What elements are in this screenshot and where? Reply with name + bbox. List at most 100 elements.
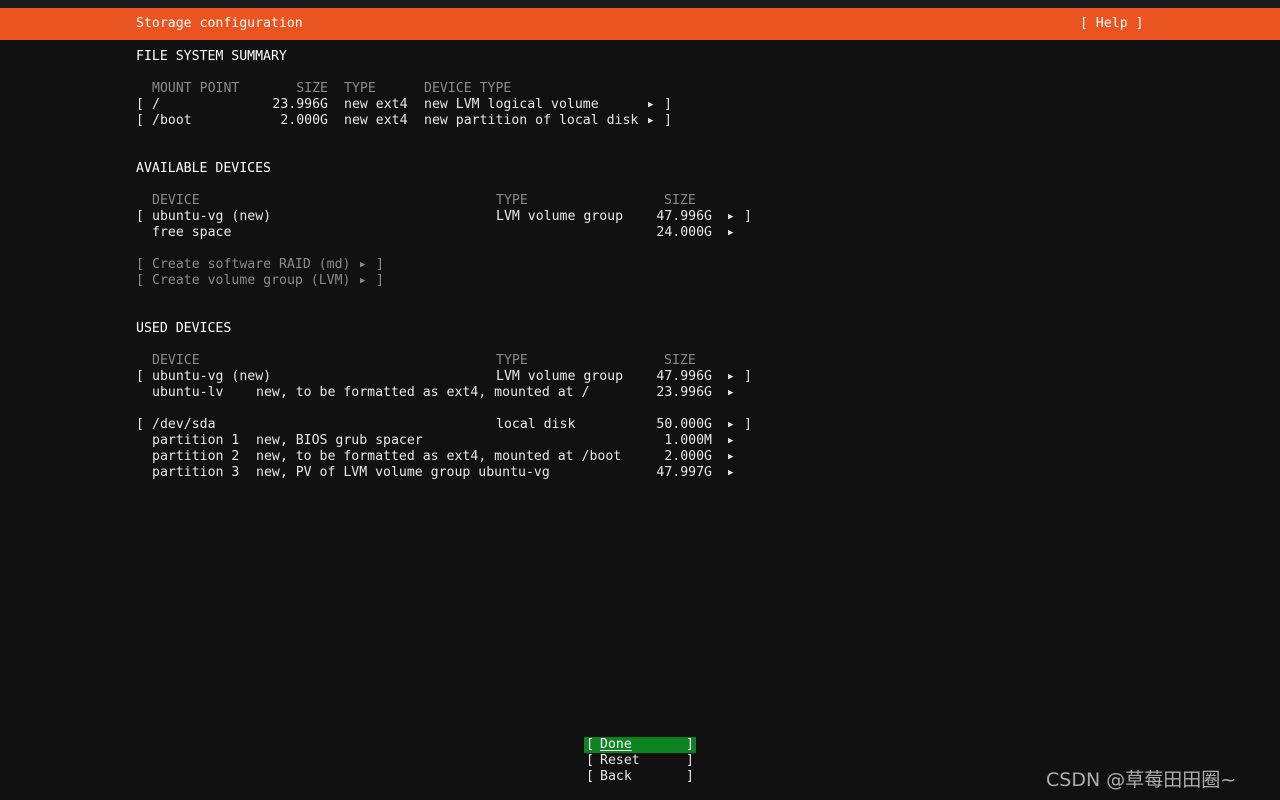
fs-summary-heading-text: FILE SYSTEM SUMMARY — [136, 49, 287, 64]
row-device-type: new LVM logical volume — [424, 97, 599, 112]
done-button[interactable]: [ Done ] — [584, 737, 696, 753]
back-button[interactable]: [ Back ] — [584, 769, 696, 785]
used-device-row[interactable]: [ ubuntu-vg (new) LVM volume group 47.99… — [136, 369, 752, 385]
available-devices-heading: AVAILABLE DEVICES — [136, 161, 271, 177]
btn-open-bracket: [ — [586, 737, 594, 752]
btn-open-bracket: [ — [586, 753, 594, 768]
used-devices-heading-text: USED DEVICES — [136, 321, 232, 336]
row-arrow-icon[interactable]: ▶ — [648, 113, 664, 129]
row-close-bracket: ] — [744, 369, 752, 384]
watermark: CSDN @草莓田田圈~ — [1046, 769, 1237, 791]
child-size: 2.000G — [664, 449, 712, 464]
used-device-child-row[interactable]: partition 3 new, PV of LVM volume group … — [152, 465, 744, 481]
row-size: 47.996G — [656, 209, 712, 224]
row-close-bracket: ] — [744, 209, 752, 224]
row-device: /dev/sda — [152, 417, 216, 432]
btn-close-bracket: ] — [376, 257, 384, 272]
reset-label: Reset — [600, 753, 640, 768]
col-type: TYPE — [496, 353, 528, 368]
child-name: partition 3 — [152, 465, 240, 480]
child-name: partition 1 — [152, 433, 240, 448]
btn-close-bracket: ] — [686, 753, 694, 768]
reset-button[interactable]: [ Reset ] — [584, 753, 696, 769]
btn-open-bracket: [ — [586, 769, 594, 784]
used-header-row: DEVICE TYPE SIZE — [152, 353, 696, 369]
row-size: 47.996G — [656, 369, 712, 384]
child-desc: new, to be formatted as ext4, mounted at… — [256, 449, 622, 464]
btn-close-bracket: ] — [376, 273, 384, 288]
row-open-bracket: [ — [136, 97, 144, 112]
help-button[interactable]: [ Help ] — [1080, 16, 1144, 32]
title-bar: Storage configuration [ Help ] — [0, 8, 1280, 40]
col-type: TYPE — [344, 81, 376, 96]
child-name: partition 2 — [152, 449, 240, 464]
row-device-type: new partition of local disk — [424, 113, 639, 128]
row-device: ubuntu-vg (new) — [152, 209, 272, 224]
btn-open-bracket: [ — [136, 257, 144, 272]
row-type: LVM volume group — [496, 369, 624, 384]
row-close-bracket: ] — [744, 417, 752, 432]
arrow-icon: ▶ — [360, 276, 366, 286]
row-arrow-icon[interactable]: ▶ — [728, 433, 744, 449]
available-devices-heading-text: AVAILABLE DEVICES — [136, 161, 271, 176]
child-desc: new, to be formatted as ext4, mounted at… — [256, 385, 590, 400]
col-device-type: DEVICE TYPE — [424, 81, 512, 96]
used-device-child-row[interactable]: partition 2 new, to be formatted as ext4… — [152, 449, 744, 465]
create-raid-label: Create software RAID (md) — [152, 257, 351, 272]
btn-close-bracket: ] — [686, 769, 694, 784]
child-name: ubuntu-lv — [152, 385, 224, 400]
row-arrow-icon[interactable]: ▶ — [728, 225, 744, 241]
row-size: 24.000G — [656, 225, 712, 240]
row-open-bracket: [ — [136, 209, 144, 224]
btn-close-bracket: ] — [686, 737, 694, 752]
btn-open-bracket: [ — [136, 273, 144, 288]
row-arrow-icon[interactable]: ▶ — [728, 369, 744, 385]
row-type: LVM volume group — [496, 209, 624, 224]
col-mount-point: MOUNT POINT — [152, 81, 240, 96]
row-close-bracket: ] — [664, 97, 672, 112]
col-type: TYPE — [496, 193, 528, 208]
fs-summary-row[interactable]: [ / 23.996G new ext4 new LVM logical vol… — [136, 97, 672, 113]
arrow-icon: ▶ — [360, 260, 366, 270]
used-devices-heading: USED DEVICES — [136, 321, 231, 337]
used-device-child-row[interactable]: ubuntu-lv new, to be formatted as ext4, … — [152, 385, 744, 401]
row-arrow-icon[interactable]: ▶ — [728, 465, 744, 481]
col-size: SIZE — [664, 353, 696, 368]
child-desc: new, PV of LVM volume group ubuntu-vg — [256, 465, 550, 480]
page-title: Storage configuration — [136, 16, 303, 31]
available-device-row[interactable]: free space 24.000G ▶ — [152, 225, 744, 241]
available-device-row[interactable]: [ ubuntu-vg (new) LVM volume group 47.99… — [136, 209, 752, 225]
row-device: free space — [152, 225, 232, 240]
row-type — [496, 225, 624, 241]
fs-summary-heading: FILE SYSTEM SUMMARY — [136, 49, 287, 65]
top-strip — [0, 0, 1280, 8]
row-mount: /boot — [152, 113, 192, 128]
row-arrow-icon[interactable]: ▶ — [728, 385, 744, 401]
back-label: Back — [600, 769, 632, 784]
create-raid-button[interactable]: [ Create software RAID (md) ▶ ] — [136, 257, 384, 273]
fs-summary-header-row: MOUNT POINT SIZE TYPE DEVICE TYPE — [152, 81, 511, 97]
row-arrow-icon[interactable]: ▶ — [728, 417, 744, 433]
row-arrow-icon[interactable]: ▶ — [648, 97, 664, 113]
fs-summary-row[interactable]: [ /boot 2.000G new ext4 new partition of… — [136, 113, 672, 129]
child-desc: new, BIOS grub spacer — [256, 433, 423, 448]
col-size: SIZE — [664, 193, 696, 208]
child-size: 23.996G — [656, 385, 712, 400]
row-size: 2.000G — [280, 113, 328, 128]
row-type: new ext4 — [344, 113, 408, 128]
used-device-child-row[interactable]: partition 1 new, BIOS grub spacer 1.000M… — [152, 433, 744, 449]
col-device: DEVICE — [152, 193, 200, 208]
row-type: new ext4 — [344, 97, 408, 112]
used-device-row[interactable]: [ /dev/sda local disk 50.000G ▶ ] — [136, 417, 752, 433]
row-open-bracket: [ — [136, 369, 144, 384]
row-size: 50.000G — [656, 417, 712, 432]
row-close-bracket: ] — [664, 113, 672, 128]
row-open-bracket: [ — [136, 417, 144, 432]
row-mount: / — [152, 97, 160, 112]
row-arrow-icon[interactable]: ▶ — [728, 449, 744, 465]
row-type: local disk — [496, 417, 576, 432]
col-device: DEVICE — [152, 353, 200, 368]
row-arrow-icon[interactable]: ▶ — [728, 209, 744, 225]
done-label: Done — [600, 737, 632, 752]
create-lvm-button[interactable]: [ Create volume group (LVM) ▶ ] — [136, 273, 384, 289]
